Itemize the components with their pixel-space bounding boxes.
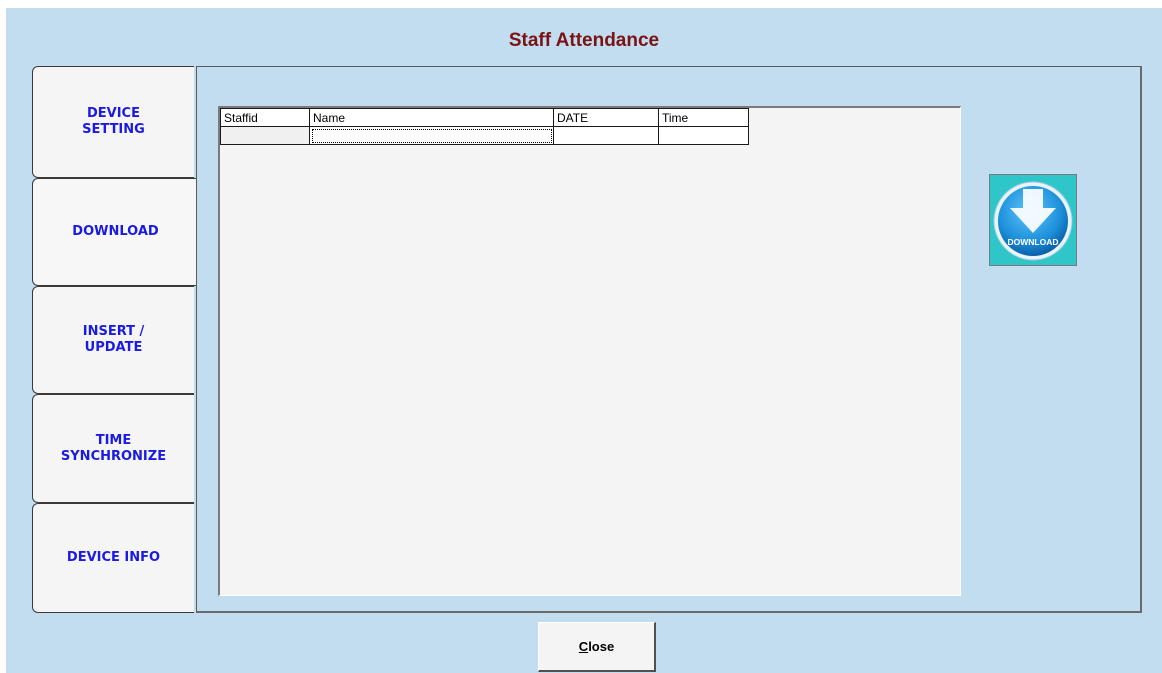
column-header-name[interactable]: Name xyxy=(309,108,554,127)
close-button-label: lose xyxy=(588,639,615,654)
table-row[interactable] xyxy=(220,126,749,145)
column-header-time[interactable]: Time xyxy=(658,108,749,127)
tab-download[interactable]: DOWNLOAD xyxy=(32,178,198,286)
download-button-label: DOWNLOAD xyxy=(1008,237,1059,247)
close-button-mnemonic: C xyxy=(578,639,589,654)
window-title: Staff Attendance xyxy=(508,30,660,51)
column-header-date[interactable]: DATE xyxy=(553,108,659,127)
cell-date[interactable] xyxy=(553,126,659,145)
cell-time[interactable] xyxy=(658,126,749,145)
cell-staffid[interactable] xyxy=(220,126,310,145)
cell-name[interactable] xyxy=(309,126,554,145)
tab-insert-update[interactable]: INSERT / UPDATE xyxy=(32,286,194,394)
side-tab-strip: DEVICE SETTING DOWNLOAD INSERT / UPDATE … xyxy=(32,66,198,613)
attendance-grid[interactable]: Staffid Name DATE Time xyxy=(218,106,961,596)
download-panel: Staffid Name DATE Time DOWNLOAD xyxy=(196,66,1142,613)
table-header-row: Staffid Name DATE Time xyxy=(220,108,749,127)
tab-device-setting[interactable]: DEVICE SETTING xyxy=(32,66,194,178)
column-header-staffid[interactable]: Staffid xyxy=(220,108,310,127)
tab-time-synchronize[interactable]: TIME SYNCHRONIZE xyxy=(32,394,194,503)
download-button[interactable]: DOWNLOAD xyxy=(989,174,1077,266)
download-arrow-icon: DOWNLOAD xyxy=(993,181,1073,261)
close-button[interactable]: Close xyxy=(538,622,656,672)
attendance-window: Staff Attendance DEVICE SETTING DOWNLOAD… xyxy=(6,8,1162,673)
attendance-table: Staffid Name DATE Time xyxy=(220,108,749,145)
tab-device-info[interactable]: DEVICE INFO xyxy=(32,503,194,613)
